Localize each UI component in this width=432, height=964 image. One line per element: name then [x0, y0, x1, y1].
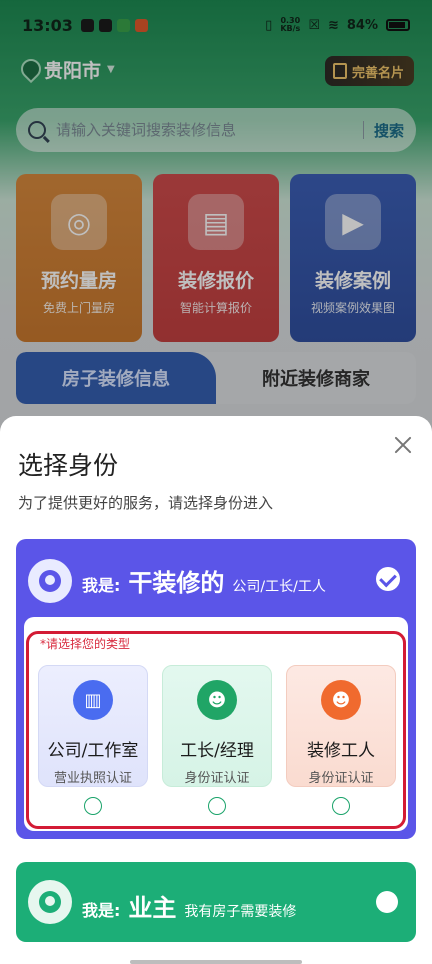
type-prompt: *请选择您的类型: [40, 637, 131, 651]
option-tile[interactable]: ▥ 公司/工作室 营业执照认证: [38, 665, 148, 787]
role-heading: 我是: 业主 我有房子需要装修: [82, 888, 296, 923]
type-options: ▥ 公司/工作室 营业执照认证 ☻ 工长/经理 身份证认证 ☻ 装修工人 身份证…: [38, 665, 396, 815]
home-owner-icon: [39, 891, 61, 913]
type-selector: *请选择您的类型 ▥ 公司/工作室 营业执照认证 ☻ 工长/经理 身份证认证 ☻…: [24, 617, 408, 831]
close-icon[interactable]: [392, 434, 414, 456]
role-heading: 我是: 干装修的 公司/工长/工人: [82, 563, 326, 598]
avatar: [28, 880, 72, 924]
option-label: 装修工人: [307, 741, 375, 761]
avatar: [28, 559, 72, 603]
option-radio[interactable]: [84, 797, 102, 815]
sheet-subtitle: 为了提供更好的服务，请选择身份进入: [18, 494, 274, 512]
option-sub: 营业执照认证: [53, 771, 132, 786]
option-radio[interactable]: [208, 797, 226, 815]
option-label: 公司/工作室: [47, 741, 139, 761]
role-desc: 公司/工长/工人: [232, 579, 326, 595]
sheet-title: 选择身份: [18, 451, 119, 480]
home-indicator[interactable]: [130, 960, 302, 964]
worker-icon: ☻: [321, 680, 361, 720]
building-icon: ▥: [73, 680, 113, 720]
option-sub: 身份证认证: [308, 771, 374, 786]
role-desc: 我有房子需要装修: [184, 904, 297, 920]
selected-check-icon[interactable]: [376, 567, 400, 591]
option-radio[interactable]: [332, 797, 350, 815]
unselected-radio[interactable]: [376, 891, 398, 913]
identity-bottom-sheet: 选择身份 为了提供更好的服务，请选择身份进入 我是: 干装修的 公司/工长/工人…: [0, 416, 432, 964]
type-option-company[interactable]: ▥ 公司/工作室 营业执照认证: [38, 665, 148, 815]
role-name: 业主: [128, 894, 177, 922]
role-card-owner[interactable]: 我是: 业主 我有房子需要装修: [16, 862, 416, 942]
type-option-worker[interactable]: ☻ 装修工人 身份证认证: [286, 665, 396, 815]
role-name: 干装修的: [128, 569, 225, 597]
role-card-builder[interactable]: 我是: 干装修的 公司/工长/工人 *请选择您的类型 ▥ 公司/工作室 营业执照…: [16, 539, 416, 839]
option-tile[interactable]: ☻ 工长/经理 身份证认证: [162, 665, 272, 787]
type-option-foreman[interactable]: ☻ 工长/经理 身份证认证: [162, 665, 272, 815]
option-label: 工长/经理: [180, 741, 254, 761]
role-prefix: 我是:: [82, 901, 121, 920]
option-sub: 身份证认证: [184, 771, 250, 786]
person-icon: [39, 570, 61, 592]
hardhat-worker-icon: ☻: [197, 680, 237, 720]
option-tile[interactable]: ☻ 装修工人 身份证认证: [286, 665, 396, 787]
role-prefix: 我是:: [82, 576, 121, 595]
